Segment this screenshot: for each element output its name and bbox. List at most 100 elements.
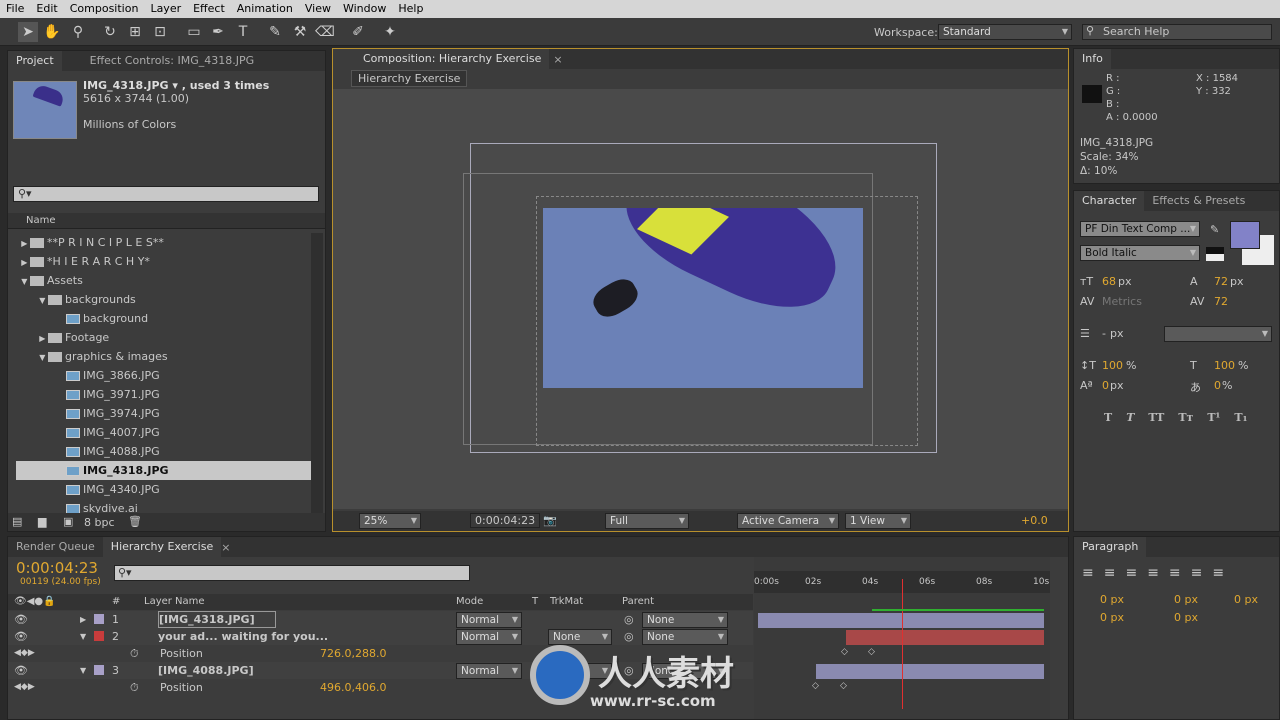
label-color[interactable] [94,665,104,675]
project-scrollbar[interactable] [311,233,323,513]
font-family-dropdown[interactable]: PF Din Text Comp ... [1080,221,1200,237]
keyframe-icon[interactable]: ◇ [812,681,819,691]
resolution-dropdown[interactable]: Full [605,513,689,529]
header-layer-name[interactable]: Layer Name [144,594,205,610]
project-item[interactable]: ▶ **P R I N C I P L E S** [16,233,316,252]
pan-behind-tool-icon[interactable]: ⊡ [150,22,170,42]
zoom-dropdown[interactable]: 25% [359,513,421,529]
layer-name[interactable]: [IMG_4318.JPG] [158,611,276,628]
tab-effects-presets[interactable]: Effects & Presets [1144,191,1253,211]
eyedropper-icon[interactable]: ✎ [1210,223,1219,236]
layer-2-bar[interactable] [846,630,1044,645]
indent-right-value[interactable]: 0 px [1234,593,1258,606]
keyframe-navigator-icon[interactable]: ◀◆▶ [14,679,35,696]
disclosure-triangle-icon[interactable]: ▶ [80,611,86,628]
faux-italic-button[interactable]: T [1126,411,1134,424]
disclosure-triangle-icon[interactable] [16,443,66,462]
disclosure-triangle-icon[interactable]: ▼ [16,291,48,310]
views-dropdown[interactable]: 1 View [845,513,911,529]
faux-bold-button[interactable]: T [1104,411,1112,424]
indent-left-value[interactable]: 0 px [1100,593,1124,606]
project-item[interactable]: ▼ graphics & images [16,347,316,366]
menu-effect[interactable]: Effect [187,0,231,18]
project-item[interactable]: ▶ *H I E R A R C H Y* [16,252,316,271]
exposure-value[interactable]: +0.0 [1021,514,1048,527]
rectangle-tool-icon[interactable]: ▭ [184,22,204,42]
disclosure-triangle-icon[interactable]: ▶ [16,253,30,272]
tab-hierarchy-exercise[interactable]: Hierarchy Exercise [102,537,222,557]
project-item[interactable]: IMG_4340.JPG [16,480,316,499]
disclosure-triangle-icon[interactable]: ▼ [16,348,48,367]
disclosure-triangle-icon[interactable] [16,386,66,405]
clone-tool-icon[interactable]: ⚒ [290,22,310,42]
menu-file[interactable]: File [0,0,30,18]
camera-tool-icon[interactable]: ⊞ [125,22,145,42]
space-after-value[interactable]: 0 px [1174,611,1198,624]
property-value[interactable]: 726.0,288.0 [320,645,386,662]
stroke-style-dropdown[interactable] [1164,326,1272,342]
space-before-value[interactable]: 0 px [1100,611,1124,624]
keyframe-navigator-icon[interactable]: ◀◆▶ [14,645,35,662]
blend-mode-dropdown[interactable]: Normal [456,663,522,679]
selection-tool-icon[interactable]: ➤ [18,22,38,42]
menu-edit[interactable]: Edit [30,0,63,18]
menu-view[interactable]: View [299,0,337,18]
menu-help[interactable]: Help [392,0,429,18]
timeline-timecode[interactable]: 0:00:04:23 [16,559,98,577]
project-item[interactable]: ▼ backgrounds [16,290,316,309]
disclosure-triangle-icon[interactable] [16,481,66,500]
small-caps-button[interactable]: Tт [1178,411,1193,424]
snapshot-icon[interactable]: 📷 [543,514,557,527]
menu-window[interactable]: Window [337,0,392,18]
baseline-shift-value[interactable]: 0 [1102,379,1109,392]
search-help-input[interactable]: Search Help [1082,24,1272,40]
tab-paragraph[interactable]: Paragraph [1074,537,1147,557]
project-item[interactable]: background [16,309,316,328]
new-folder-icon[interactable]: ▆ [38,515,46,528]
project-search-input[interactable]: ⚲▾ [13,186,319,202]
tab-composition[interactable]: Composition: Hierarchy Exercise [333,49,550,69]
eye-icon[interactable]: 👁 [14,628,28,645]
subscript-button[interactable]: T₁ [1234,411,1247,424]
timeline-search-input[interactable]: ⚲▾ [114,565,470,581]
project-item[interactable]: IMG_4088.JPG [16,442,316,461]
workspace-dropdown[interactable]: Standard [938,24,1072,40]
disclosure-triangle-icon[interactable] [16,310,66,329]
eye-icon[interactable]: 👁 [14,662,28,679]
menu-layer[interactable]: Layer [144,0,187,18]
tracking-value[interactable]: 72 [1214,295,1228,308]
zoom-tool-icon[interactable]: ⚲ [68,22,88,42]
blend-mode-dropdown[interactable]: Normal [456,612,522,628]
menu-composition[interactable]: Composition [64,0,145,18]
brush-tool-icon[interactable]: ✎ [265,22,285,42]
tab-info[interactable]: Info [1074,49,1111,69]
keyframe-icon[interactable]: ◇ [840,681,847,691]
rotate-tool-icon[interactable]: ↻ [100,22,120,42]
stopwatch-icon[interactable]: ⏱ [130,679,139,696]
property-value[interactable]: 496.0,406.0 [320,679,386,696]
layer-row[interactable]: 👁 ▶ 1 [IMG_4318.JPG] Normal ◎ None [8,611,753,628]
tab-effect-controls[interactable]: Effect Controls: IMG_4318.JPG [62,51,263,71]
interpret-footage-icon[interactable]: ▤ [12,515,22,528]
menu-animation[interactable]: Animation [231,0,299,18]
keyframe-icon[interactable]: ◇ [868,647,875,657]
kerning-value[interactable]: Metrics [1102,295,1142,308]
leading-value[interactable]: 72 [1214,275,1228,288]
keyframe-icon[interactable]: ◇ [841,647,848,657]
comp-breadcrumb[interactable]: Hierarchy Exercise [351,70,468,87]
tab-render-queue[interactable]: Render Queue [8,537,103,557]
all-caps-button[interactable]: TT [1148,411,1164,424]
layer-1-bar[interactable] [758,613,1044,628]
black-white-swatch[interactable] [1206,247,1224,261]
project-item[interactable]: IMG_4007.JPG [16,423,316,442]
close-icon[interactable]: × [221,541,230,554]
disclosure-triangle-icon[interactable] [16,405,66,424]
project-item[interactable]: IMG_3866.JPG [16,366,316,385]
indent-first-value[interactable]: 0 px [1174,593,1198,606]
vertical-scale-value[interactable]: 100 [1102,359,1123,372]
current-time-display[interactable]: 0:00:04:23 [470,513,541,528]
parent-dropdown[interactable]: None [642,612,728,628]
puppet-tool-icon[interactable]: ✦ [380,22,400,42]
blend-mode-dropdown[interactable]: Normal [456,629,522,645]
disclosure-triangle-icon[interactable]: ▶ [16,329,48,348]
